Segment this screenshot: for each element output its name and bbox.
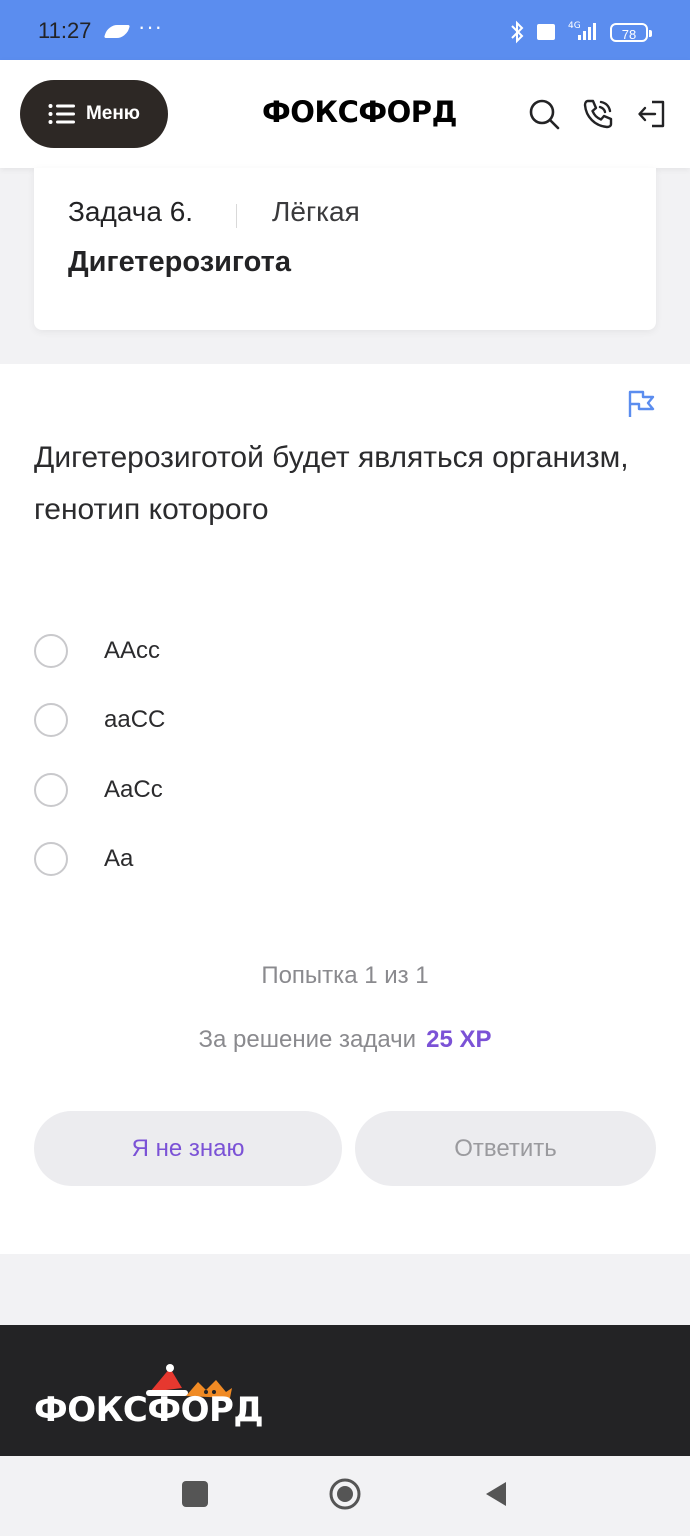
dont-know-button[interactable]: Я не знаю <box>34 1111 342 1186</box>
bluetooth-icon <box>511 20 524 44</box>
answer-option[interactable]: AaCc <box>34 770 163 810</box>
status-more-icon: ··· <box>138 14 163 39</box>
status-time: 11:27 <box>38 18 92 43</box>
task-difficulty: Лёгкая <box>272 196 360 227</box>
task-number: Задача 6. <box>68 196 194 227</box>
question-text: Дигетерозиготой будет являться организм,… <box>34 441 629 526</box>
attempts-counter: Попытка 1 из 1 <box>261 962 429 989</box>
radio-button[interactable] <box>34 634 68 668</box>
answer-option[interactable]: aaCC <box>34 700 165 740</box>
nav-back-icon[interactable] <box>482 1479 510 1509</box>
footer-logo[interactable]: ФОКСФОРД <box>34 1390 264 1430</box>
radio-button[interactable] <box>34 842 68 876</box>
menu-button[interactable]: Меню <box>20 80 168 148</box>
phone-icon[interactable] <box>580 96 616 132</box>
task-separator <box>236 204 237 228</box>
reward-xp: 25 XP <box>426 1026 492 1053</box>
answer-option-label: aaCC <box>104 706 166 733</box>
answer-option[interactable]: AAcc <box>34 631 160 671</box>
radio-button[interactable] <box>34 773 68 807</box>
task-title: Дигетерозигота <box>68 246 291 278</box>
hamburger-icon <box>48 104 75 124</box>
answer-option-label: AaCc <box>104 776 163 803</box>
radio-button[interactable] <box>34 703 68 737</box>
answer-option-label: Aa <box>104 845 134 872</box>
foxford-logo[interactable]: ФОКСФОРД <box>262 95 457 129</box>
reward-info: За решение задачи 25 XP <box>0 1026 690 1054</box>
network-type-label: 4G <box>568 21 581 31</box>
answer-button[interactable]: Ответить <box>355 1111 656 1186</box>
answer-option-label: AAcc <box>104 637 161 664</box>
nav-home-circle-icon[interactable] <box>328 1477 362 1511</box>
battery-icon: 78 <box>610 23 652 42</box>
report-flag-icon[interactable] <box>626 389 656 419</box>
volte-icon <box>537 24 555 40</box>
nav-square-icon[interactable] <box>182 1481 208 1507</box>
logout-icon[interactable] <box>634 96 670 132</box>
search-icon[interactable] <box>526 96 562 132</box>
reward-label: За решение задачи <box>198 1026 417 1053</box>
answer-option[interactable]: Aa <box>34 839 133 879</box>
menu-label: Меню <box>85 103 141 124</box>
